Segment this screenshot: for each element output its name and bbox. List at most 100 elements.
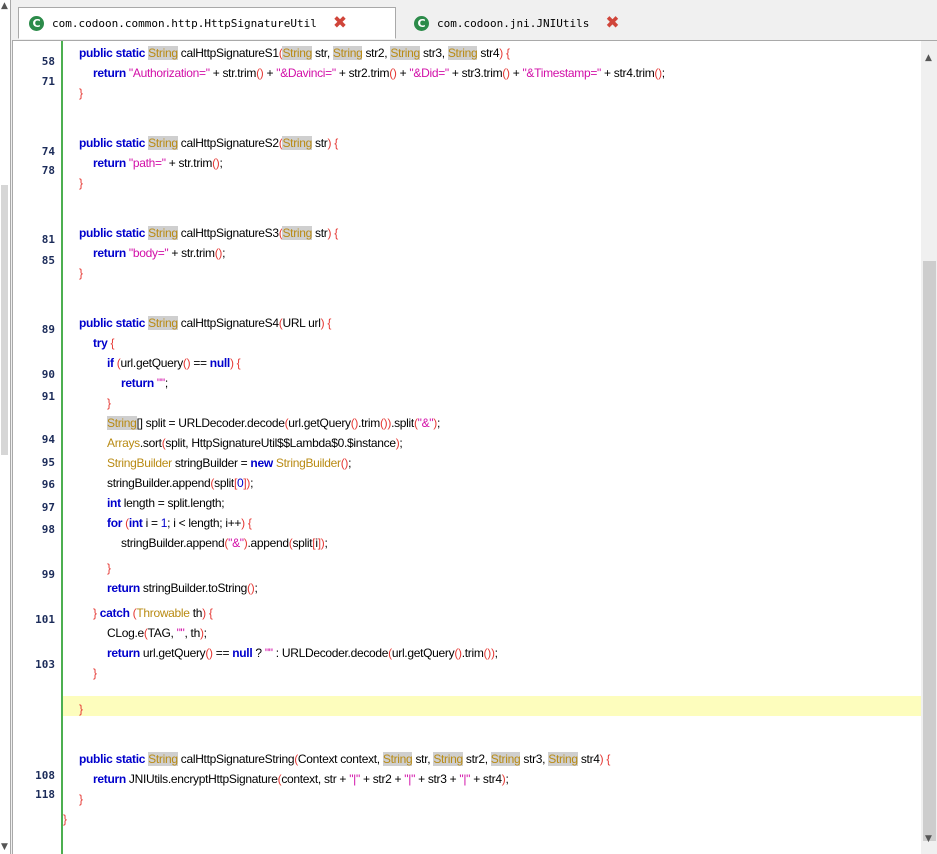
close-tab-icon[interactable]: ✖ <box>333 13 347 33</box>
code-token: + str2.trim <box>335 66 390 80</box>
code-token: calHttpSignatureS2 <box>177 136 279 150</box>
scroll-up-arrow-icon[interactable]: ▲ <box>1 1 8 11</box>
code-token: == <box>190 356 210 370</box>
code-line[interactable]: } <box>79 85 83 102</box>
code-token: .append <box>247 536 289 550</box>
code-token: int <box>107 496 121 510</box>
code-line[interactable]: CLog.e(TAG, "", th); <box>107 625 207 642</box>
code-token: url.getQuery <box>391 646 455 660</box>
line-number: 95 <box>41 456 55 469</box>
code-token: + <box>509 66 523 80</box>
code-line[interactable]: } <box>79 175 83 192</box>
code-line[interactable]: Arrays.sort(split, HttpSignatureUtil$$La… <box>107 435 403 452</box>
code-line[interactable]: public static String calHttpSignatureS3(… <box>79 225 338 242</box>
close-tab-icon[interactable]: ✖ <box>605 13 619 33</box>
code-line[interactable]: } <box>63 811 67 828</box>
scroll-down-arrow-icon[interactable]: ▼ <box>1 842 8 852</box>
code-line[interactable]: if (url.getQuery() == null) { <box>107 355 241 372</box>
code-line[interactable]: stringBuilder.append("&").append(split[i… <box>121 535 328 552</box>
code-token: calHttpSignatureS1 <box>177 46 279 60</box>
code-line[interactable]: } <box>79 791 83 808</box>
code-token: String <box>332 46 363 60</box>
code-token: ; <box>219 156 223 170</box>
code-token: .split <box>391 416 414 430</box>
line-number: 90 <box>41 368 55 381</box>
code-token: String <box>390 46 420 60</box>
code-token: public static <box>79 136 149 150</box>
code-line[interactable]: } <box>107 395 111 412</box>
code-token: String <box>148 752 178 766</box>
line-number: 96 <box>41 478 55 491</box>
code-line[interactable]: return "path=" + str.trim(); <box>93 155 223 172</box>
code-line[interactable]: } <box>93 665 97 682</box>
code-line[interactable]: } <box>79 265 83 282</box>
code-token: String <box>490 752 521 766</box>
code-token: [] split = URLDecoder.decode <box>136 416 285 430</box>
line-number: 71 <box>41 75 55 88</box>
code-token: try <box>93 336 111 350</box>
code-line[interactable]: try { <box>93 335 114 352</box>
code-line[interactable]: return "body=" + str.trim(); <box>93 245 225 262</box>
code-token: .trim <box>461 646 484 660</box>
code-token: ? <box>252 646 265 660</box>
code-token: String <box>148 226 178 240</box>
code-area[interactable]: public static String calHttpSignatureS1 (… <box>63 41 921 854</box>
code-line[interactable]: return url.getQuery() == null ? "" : URL… <box>107 645 498 662</box>
code-token: ; <box>222 246 226 260</box>
code-token: } <box>79 176 83 190</box>
code-token: () <box>654 66 662 80</box>
code-token: split <box>214 476 234 490</box>
code-token: "path=" <box>128 156 166 170</box>
scrollbar-thumb[interactable] <box>923 261 936 841</box>
code-token: str <box>312 136 328 150</box>
code-token: ) { <box>229 356 241 370</box>
code-token: .trim <box>358 416 380 430</box>
code-token: catch <box>99 606 133 620</box>
code-token: String <box>282 46 313 60</box>
code-token: () <box>389 66 397 80</box>
code-token: String <box>148 316 178 330</box>
code-editor[interactable]: 58 71 74 78 81 85 89 90 91 94 95 96 97 9… <box>12 41 937 854</box>
class-icon: C <box>414 15 429 31</box>
code-token: String <box>107 416 137 430</box>
left-scrollbar-thumb[interactable] <box>1 185 8 455</box>
code-token: str2, <box>462 752 491 766</box>
code-token: stringBuilder.append <box>121 536 225 550</box>
code-line[interactable]: } catch (Throwable th) { <box>93 605 213 622</box>
scroll-down-arrow-icon[interactable]: ▼ <box>925 834 932 844</box>
tab-jniutils[interactable]: C com.codoon.jni.JNIUtils ✖ <box>404 7 654 39</box>
code-token: Context context, <box>297 752 383 766</box>
code-line[interactable]: public static String calHttpSignatureS4(… <box>79 315 331 332</box>
code-line[interactable]: StringBuilder stringBuilder = new String… <box>107 455 351 472</box>
code-token: if <box>107 356 117 370</box>
line-number: 91 <box>41 390 55 403</box>
code-token: calHttpSignatureS4 <box>177 316 279 330</box>
code-line[interactable]: return "Authorization=" + str.trim () + "… <box>93 65 665 82</box>
tab-httpsignatureutil[interactable]: C com.codoon.common.http.HttpSignatureUt… <box>18 7 396 39</box>
code-token: url.getQuery <box>120 356 183 370</box>
code-line[interactable]: } <box>79 701 83 718</box>
code-line[interactable]: return stringBuilder.toString(); <box>107 580 258 597</box>
code-line[interactable]: int length = split.length; <box>107 495 225 512</box>
line-number: 74 <box>41 145 55 158</box>
left-scrollbar[interactable]: ▲ ▼ <box>0 0 11 854</box>
code-token: } <box>93 606 100 620</box>
code-line[interactable]: public static String calHttpSignatureStr… <box>79 751 610 768</box>
line-number: 97 <box>41 501 55 514</box>
code-line[interactable]: return ""; <box>121 375 168 392</box>
scroll-up-arrow-icon[interactable]: ▲ <box>925 53 932 63</box>
code-token: StringBuilder <box>107 456 172 470</box>
line-number: 101 <box>35 613 55 626</box>
vertical-scrollbar[interactable]: ▲ ▼ <box>921 41 937 854</box>
code-line[interactable]: String[] split = URLDecoder.decode(url.g… <box>107 415 440 432</box>
code-token: String <box>548 752 578 766</box>
code-line[interactable]: public static String calHttpSignatureS2(… <box>79 135 338 152</box>
code-line[interactable]: stringBuilder.append(split[0]); <box>107 475 253 492</box>
code-token: public static <box>79 316 149 330</box>
code-line[interactable]: return JNIUtils.encryptHttpSignature(con… <box>93 771 509 788</box>
code-token: == <box>212 646 233 660</box>
code-line[interactable]: for (int i = 1; i < length; i++) { <box>107 515 252 532</box>
code-line[interactable]: } <box>107 560 111 577</box>
code-line[interactable]: public static String calHttpSignatureS1(… <box>79 45 510 62</box>
line-number: 103 <box>35 658 55 671</box>
